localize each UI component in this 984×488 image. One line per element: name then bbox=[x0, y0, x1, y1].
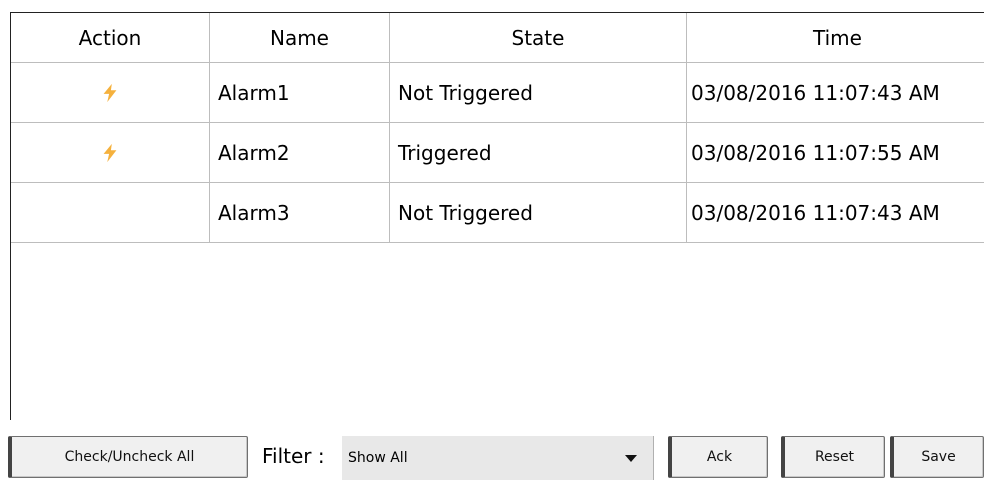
table-row[interactable]: Alarm3 Not Triggered 03/08/2016 11:07:43… bbox=[11, 183, 984, 243]
name-cell: Alarm1 bbox=[210, 63, 390, 122]
bottom-toolbar: Check/Uncheck All Filter : Show All Ack … bbox=[0, 432, 984, 488]
time-cell: 03/08/2016 11:07:43 AM bbox=[691, 200, 940, 225]
lightning-icon[interactable] bbox=[99, 82, 121, 104]
name-cell: Alarm2 bbox=[210, 123, 390, 182]
ack-button[interactable]: Ack bbox=[668, 436, 768, 478]
filter-selected-value: Show All bbox=[348, 450, 408, 466]
column-header-action[interactable]: Action bbox=[11, 13, 210, 62]
time-cell: 03/08/2016 11:07:55 AM bbox=[691, 140, 940, 165]
name-cell: Alarm3 bbox=[210, 183, 390, 242]
column-header-time[interactable]: Time bbox=[687, 13, 984, 62]
lightning-icon[interactable] bbox=[99, 142, 121, 164]
table-row[interactable]: Alarm2 Triggered 03/08/2016 11:07:55 AM bbox=[11, 123, 984, 183]
column-header-name[interactable]: Name bbox=[210, 13, 390, 62]
action-cell[interactable] bbox=[11, 123, 210, 182]
save-button[interactable]: Save bbox=[890, 436, 984, 478]
action-cell bbox=[11, 183, 210, 242]
table-row[interactable]: Alarm1 Not Triggered 03/08/2016 11:07:43… bbox=[11, 63, 984, 123]
table-header: Action Name State Time bbox=[11, 13, 984, 63]
column-header-state[interactable]: State bbox=[390, 13, 687, 62]
action-cell[interactable] bbox=[11, 63, 210, 122]
time-cell: 03/08/2016 11:07:43 AM bbox=[691, 80, 940, 105]
alarm-table: Action Name State Time Alarm1 Not Trigge… bbox=[10, 12, 984, 420]
state-cell: Not Triggered bbox=[390, 183, 687, 242]
reset-button[interactable]: Reset bbox=[781, 436, 885, 478]
filter-label: Filter : bbox=[262, 444, 325, 468]
state-cell: Not Triggered bbox=[390, 63, 687, 122]
chevron-down-icon[interactable] bbox=[625, 455, 637, 462]
check-uncheck-all-button[interactable]: Check/Uncheck All bbox=[8, 436, 248, 478]
state-cell: Triggered bbox=[390, 123, 687, 182]
filter-select[interactable]: Show All bbox=[342, 436, 654, 480]
